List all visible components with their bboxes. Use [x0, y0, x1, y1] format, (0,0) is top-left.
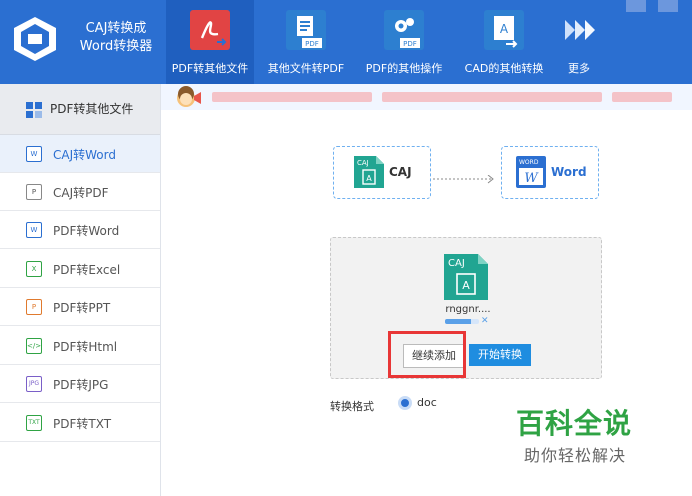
- svg-text:A: A: [462, 279, 470, 292]
- format-radio-doc[interactable]: [398, 396, 412, 410]
- sidebar-item-caj-to-word[interactable]: W CAJ转Word: [0, 135, 160, 173]
- app-logo: [10, 14, 60, 64]
- svg-text:PDF: PDF: [403, 40, 417, 48]
- watermark-title: 百科全说: [516, 407, 633, 440]
- word-file-icon: W: [26, 222, 42, 238]
- html-file-icon: </>: [26, 338, 42, 354]
- pdf-file-icon: P: [26, 184, 42, 200]
- pdf-acrobat-icon: [190, 10, 230, 50]
- word-file-icon: W: [26, 146, 42, 162]
- category-grid-icon: [26, 102, 42, 118]
- source-format-box: CAJ A CAJ: [333, 146, 431, 199]
- format-option-doc: doc: [417, 396, 437, 409]
- highlight-annotation: [388, 331, 466, 378]
- sidebar-item-pdf-to-html[interactable]: </> PDF转Html: [0, 327, 160, 365]
- format-label: 转换格式: [330, 400, 374, 413]
- app-title: CAJ转换成 Word转换器: [79, 21, 153, 54]
- more-arrows-icon: [559, 10, 599, 50]
- sidebar-item-pdf-to-ppt[interactable]: P PDF转PPT: [0, 288, 160, 326]
- svg-text:A: A: [366, 174, 372, 183]
- pdf-settings-icon: PDF: [384, 10, 424, 50]
- mascot-icon: [174, 86, 202, 108]
- file-progress-fill: [445, 319, 471, 324]
- svg-text:PDF: PDF: [305, 40, 319, 48]
- file-progress-bar: [445, 319, 479, 324]
- notice-text-blurred: [382, 92, 602, 102]
- sidebar-header: PDF转其他文件: [0, 84, 160, 135]
- caj-file-icon[interactable]: CAJ A: [444, 254, 488, 300]
- start-convert-button[interactable]: 开始转换: [469, 344, 531, 366]
- jpg-file-icon: JPG: [26, 376, 42, 392]
- svg-text:A: A: [500, 22, 509, 36]
- sidebar-item-pdf-to-word[interactable]: W PDF转Word: [0, 211, 160, 249]
- sidebar-item-pdf-to-jpg[interactable]: JPG PDF转JPG: [0, 365, 160, 403]
- tool-cad-other[interactable]: A CAD的其他转换: [458, 0, 550, 84]
- svg-text:CAJ: CAJ: [448, 258, 465, 269]
- txt-file-icon: TXT: [26, 415, 42, 431]
- excel-file-icon: X: [26, 261, 42, 277]
- sidebar-item-pdf-to-excel[interactable]: X PDF转Excel: [0, 250, 160, 288]
- target-format-box: WORD W Word: [501, 146, 599, 199]
- svg-text:CAJ: CAJ: [357, 159, 369, 167]
- tool-more[interactable]: 更多: [556, 0, 602, 84]
- ppt-file-icon: P: [26, 299, 42, 315]
- watermark-subtitle: 助你轻松解决: [524, 446, 627, 465]
- svg-text:W: W: [524, 171, 539, 186]
- cad-icon: A: [484, 10, 524, 50]
- tool-pdf-other-ops[interactable]: PDF PDF的其他操作: [360, 0, 448, 84]
- minimize-button[interactable]: [626, 0, 646, 12]
- sidebar-item-caj-to-pdf[interactable]: P CAJ转PDF: [0, 173, 160, 211]
- tool-pdf-to-other[interactable]: PDF转其他文件: [166, 0, 254, 84]
- word-file-icon: WORD W: [516, 156, 546, 188]
- file-name: rnggnr....: [445, 304, 491, 315]
- remove-file-icon[interactable]: ✕: [481, 316, 489, 326]
- file-to-pdf-icon: PDF: [286, 10, 326, 50]
- notice-text-blurred: [212, 92, 372, 102]
- close-button[interactable]: [658, 0, 678, 12]
- tool-other-to-pdf[interactable]: PDF 其他文件转PDF: [262, 0, 350, 84]
- notice-text-blurred: [612, 92, 672, 102]
- svg-text:WORD: WORD: [519, 159, 539, 166]
- caj-file-icon: CAJ A: [354, 156, 384, 188]
- flow-arrow: [433, 170, 497, 184]
- sidebar-item-pdf-to-txt[interactable]: TXT PDF转TXT: [0, 404, 160, 442]
